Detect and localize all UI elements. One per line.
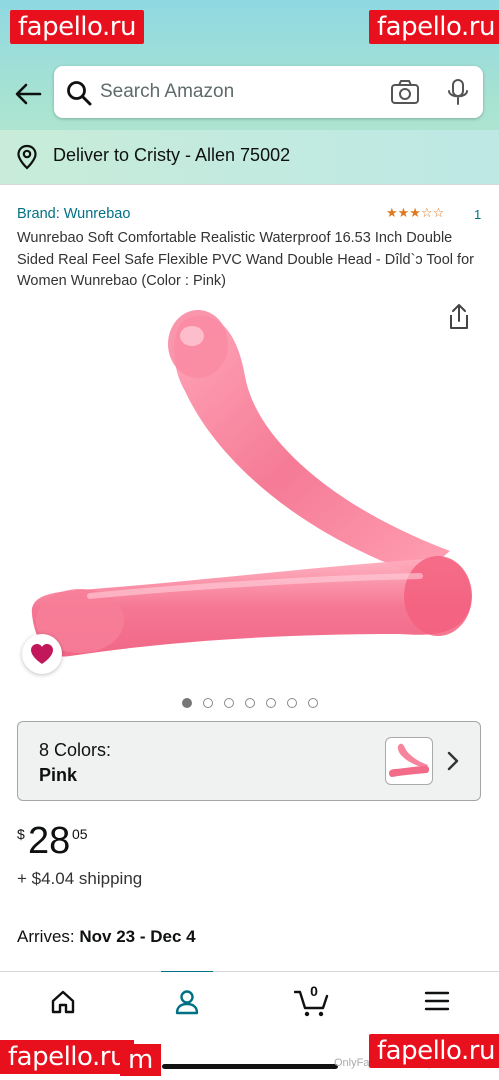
price-fraction: 05 (72, 826, 88, 842)
carousel-dot[interactable] (244, 698, 255, 708)
product-image[interactable] (20, 296, 480, 688)
divider (0, 184, 499, 185)
camera-icon[interactable] (390, 79, 420, 105)
price-whole: 28 (28, 820, 71, 862)
watermark-top-right: fapello.ru (369, 10, 499, 44)
search-input[interactable] (100, 79, 370, 105)
carousel-dot[interactable] (265, 698, 276, 708)
shipping-cost: + $4.04 shipping (17, 869, 143, 888)
cart-count-badge: 0 (310, 983, 318, 999)
variant-label: 8 Colors: (39, 740, 112, 760)
back-arrow-icon[interactable] (14, 82, 42, 106)
carousel-dot[interactable] (202, 698, 213, 708)
variant-value: Pink (39, 765, 78, 785)
watermark-bottom-right: fapello.ru (369, 1034, 499, 1068)
delivery-estimate: Arrives: Nov 23 - Dec 4 (17, 927, 196, 947)
account-icon[interactable] (173, 988, 201, 1016)
product-title: Wunrebao Soft Comfortable Realistic Wate… (17, 230, 474, 289)
star-rating[interactable]: ★★★☆☆ (386, 205, 444, 221)
color-variant-selector[interactable]: 8 Colors: Pink (17, 721, 481, 801)
delivery-address[interactable]: Deliver to Cristy - Allen 75002 (53, 145, 290, 166)
chevron-right-icon (447, 751, 459, 771)
rating-count[interactable]: 1 (474, 207, 481, 222)
arrives-label: Arrives: (17, 927, 75, 946)
carousel-dot[interactable] (181, 698, 192, 708)
watermark-bottom-left-extra: m (120, 1044, 161, 1076)
search-icon (67, 81, 92, 106)
bottom-navigation (0, 972, 499, 1034)
wishlist-heart-button[interactable] (22, 634, 62, 674)
price-currency: $ (17, 826, 25, 842)
image-carousel-dots (0, 698, 499, 708)
arrives-dates: Nov 23 - Dec 4 (79, 927, 196, 946)
search-bar[interactable] (54, 66, 483, 118)
location-pin-icon (17, 144, 37, 170)
watermark-top-left: fapello.ru (10, 10, 144, 44)
carousel-dot[interactable] (223, 698, 234, 708)
carousel-dot[interactable] (286, 698, 297, 708)
carousel-dot[interactable] (307, 698, 318, 708)
variant-thumbnail[interactable] (385, 737, 433, 785)
watermark-bottom-left: fapello.ru (0, 1040, 134, 1074)
home-indicator (162, 1064, 338, 1069)
microphone-icon[interactable] (446, 78, 470, 106)
heart-icon (31, 644, 53, 664)
brand-link[interactable]: Brand: Wunrebao (17, 206, 130, 222)
variant-thumbnail-image (389, 743, 430, 777)
home-icon[interactable] (49, 988, 77, 1016)
menu-icon[interactable] (424, 988, 450, 1014)
